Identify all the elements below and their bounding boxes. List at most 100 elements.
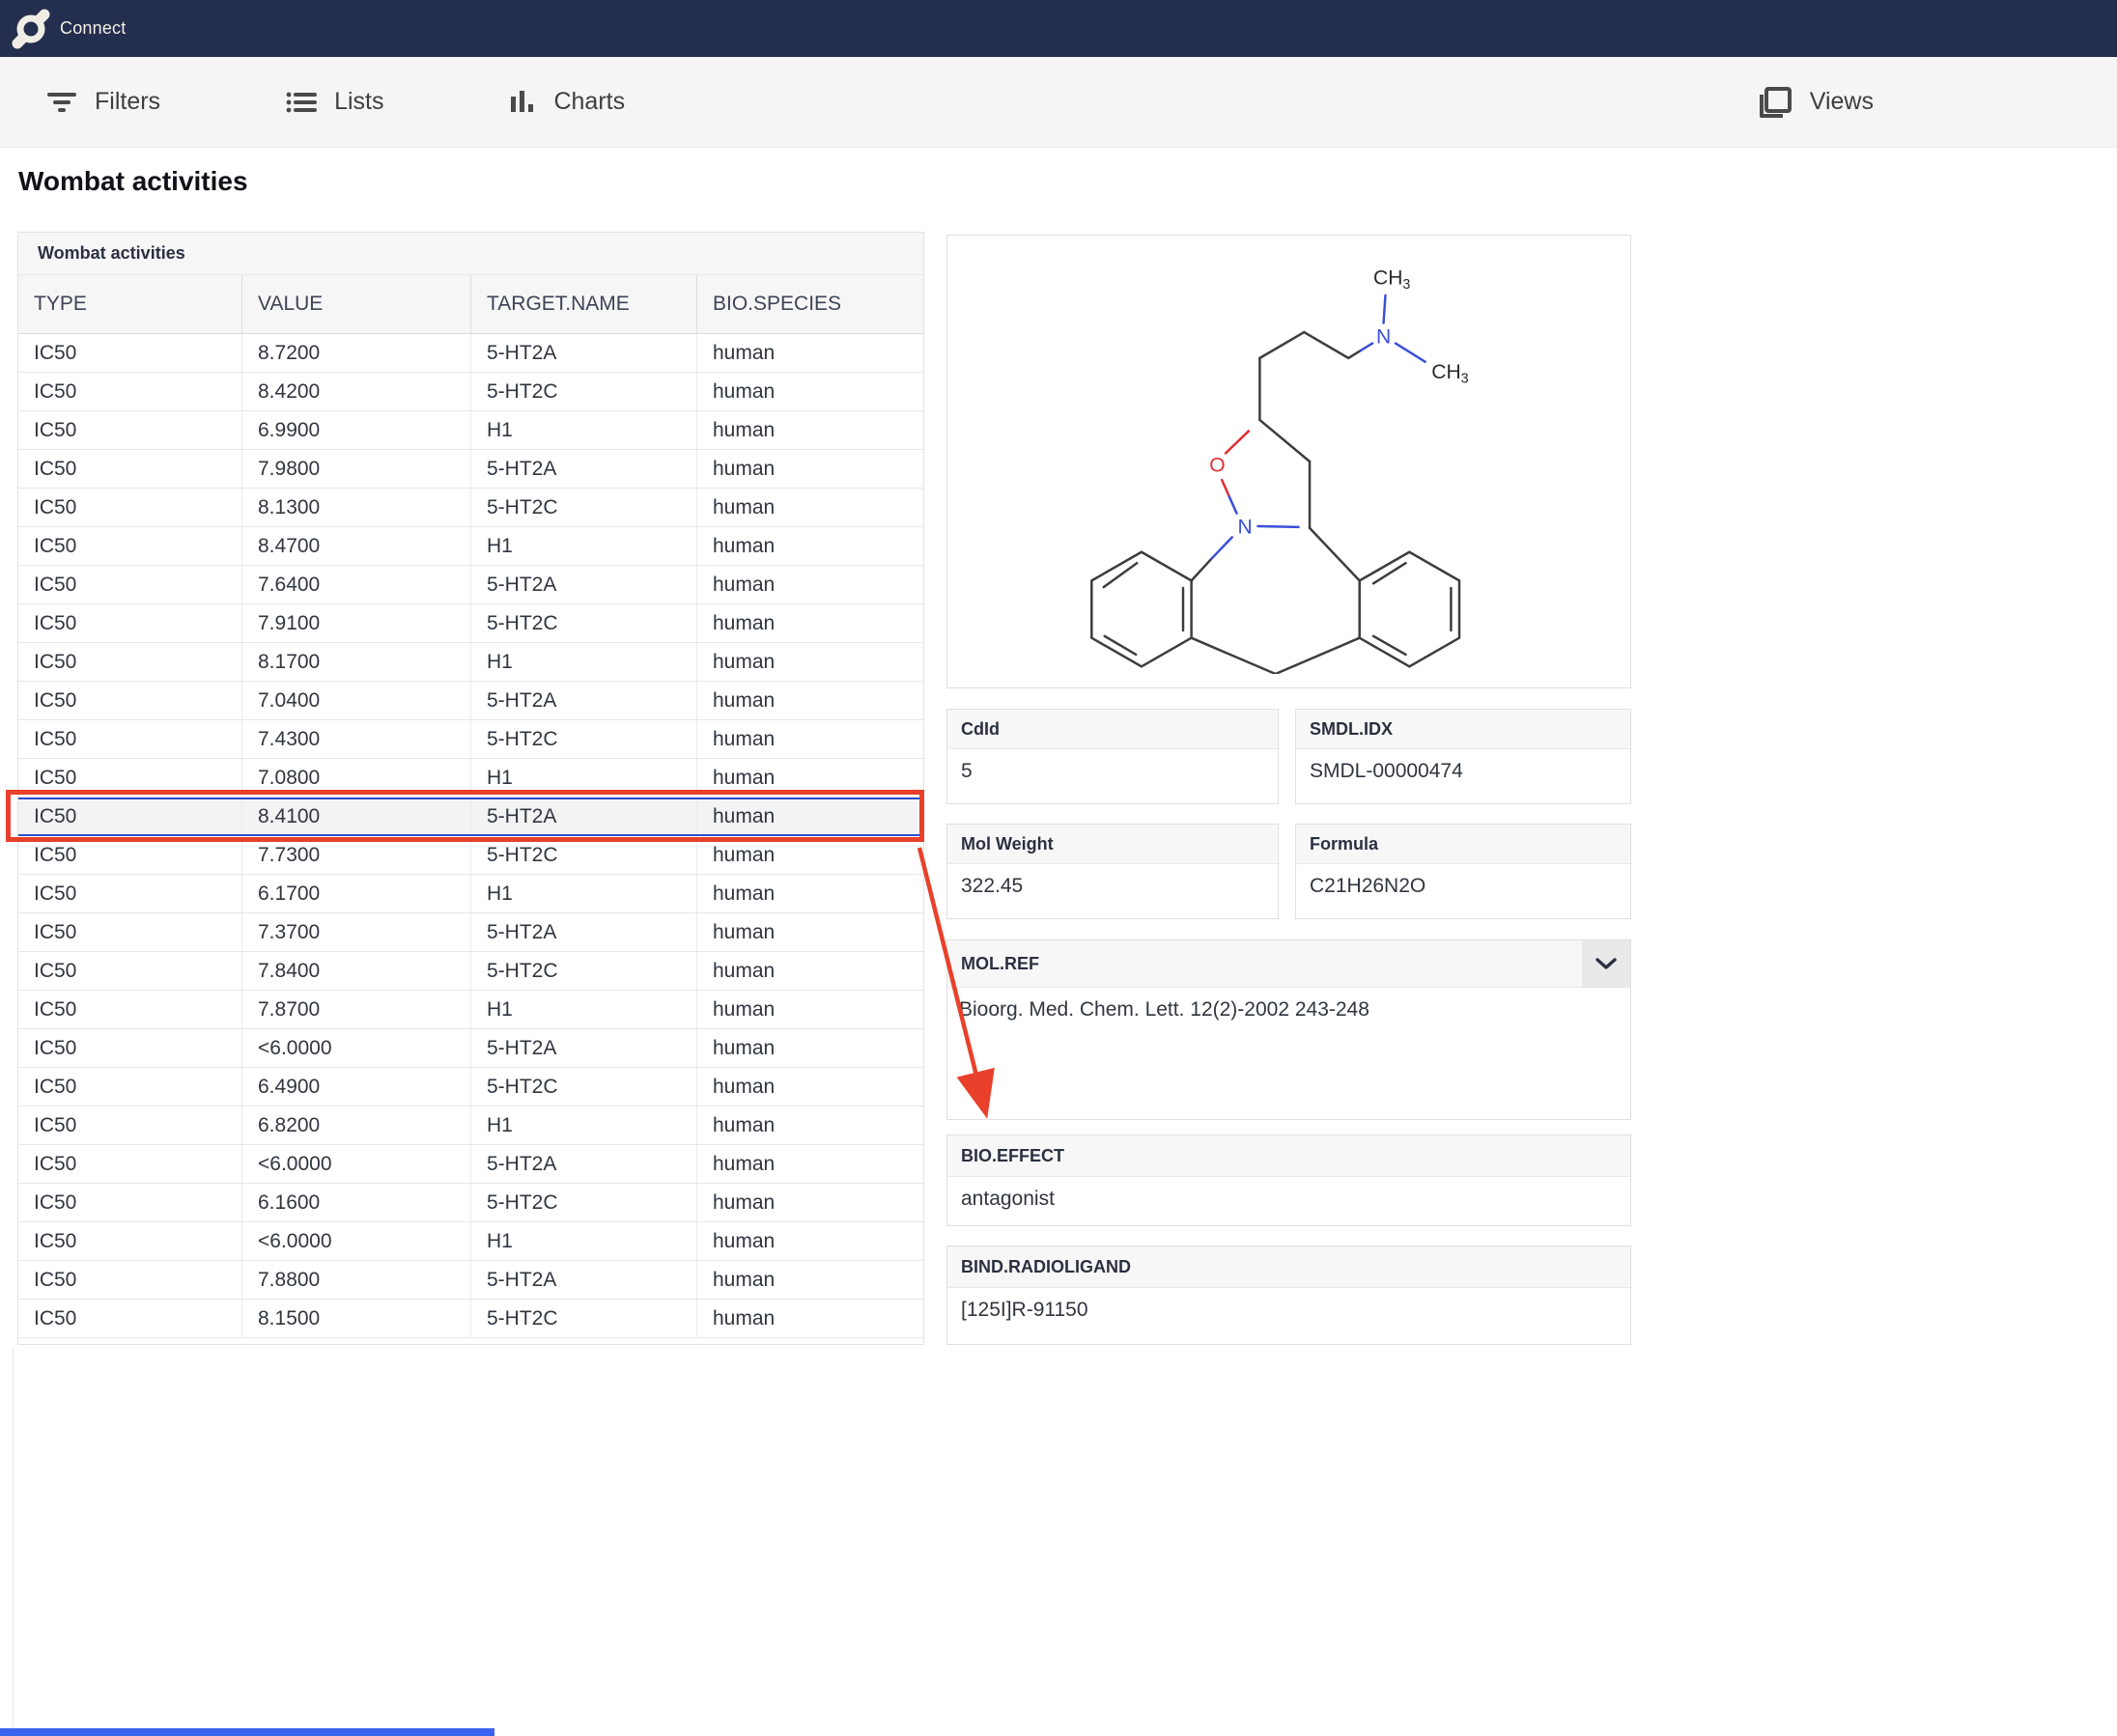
mol-ref-value: Bioorg. Med. Chem. Lett. 12(2)-2002 243-… xyxy=(959,998,1369,1021)
horizontal-scrollbar-thumb[interactable] xyxy=(0,1728,494,1736)
table-row[interactable]: IC50 8.7200 5-HT2A human xyxy=(18,334,923,373)
table-cell: IC50 xyxy=(18,682,242,719)
table-row-selected[interactable]: IC50 8.4100 5-HT2A human xyxy=(18,798,923,836)
table-cell: 8.1500 xyxy=(242,1300,471,1337)
top-navbar: Connect xyxy=(0,0,2117,57)
table-cell: human xyxy=(713,805,776,827)
molecule-structure: O N N CH3 CH3 xyxy=(946,235,1631,688)
horizontal-scrollbar[interactable] xyxy=(0,1728,2117,1736)
table-cell: H1 xyxy=(471,1222,697,1260)
table-cell: IC50 xyxy=(18,1106,242,1144)
filters-button[interactable]: Filters xyxy=(44,88,160,117)
table-row[interactable]: IC50 6.8200 H1 human xyxy=(18,1106,923,1145)
column-header-value[interactable]: VALUE xyxy=(242,275,471,333)
column-header-target-name[interactable]: TARGET.NAME xyxy=(471,275,697,333)
table-cell: 5-HT2A xyxy=(471,566,697,603)
table-cell: human xyxy=(713,611,776,634)
lists-button[interactable]: Lists xyxy=(284,88,383,117)
table-cell: IC50 xyxy=(18,489,242,526)
table-row[interactable]: IC50 7.4300 5-HT2C human xyxy=(18,720,923,759)
table-cell: IC50 xyxy=(18,373,242,410)
table-cell: 7.3700 xyxy=(242,913,471,951)
table-cell: 5-HT2A xyxy=(471,682,697,719)
table-cell: human xyxy=(713,766,776,789)
table-cell: 7.8400 xyxy=(242,952,471,990)
bio-effect-label: BIO.EFFECT xyxy=(947,1135,1630,1177)
chevron-down-icon xyxy=(1595,958,1617,969)
table-cell: IC50 xyxy=(18,991,242,1028)
smdl-idx-card: SMDL.IDX SMDL-00000474 xyxy=(1295,709,1631,804)
filters-label: Filters xyxy=(95,88,161,115)
table-cell: 7.8800 xyxy=(242,1261,471,1299)
table-row[interactable]: IC50 6.1700 H1 human xyxy=(18,875,923,913)
table-row[interactable]: IC50 7.3700 5-HT2A human xyxy=(18,913,923,952)
amine-nitrogen-atom-label: N xyxy=(1375,326,1390,349)
table-cell: human xyxy=(713,1075,776,1098)
table-row[interactable]: IC50 7.8800 5-HT2A human xyxy=(18,1261,923,1300)
table-cell: 6.9900 xyxy=(242,411,471,449)
table-row[interactable]: IC50 8.4700 H1 human xyxy=(18,527,923,566)
table-cell: human xyxy=(713,1152,776,1175)
table-row[interactable]: IC50 6.1600 5-HT2C human xyxy=(18,1184,923,1222)
table-body: IC50 8.7200 5-HT2A human IC50 8.4200 5-HT2C hum… xyxy=(18,334,923,1338)
table-cell: 8.1700 xyxy=(242,643,471,681)
connect-logo-icon xyxy=(12,9,50,49)
cdid-value: 5 xyxy=(961,760,973,782)
table-row[interactable]: IC50 6.9900 H1 human xyxy=(18,411,923,450)
table-cell: 5-HT2C xyxy=(471,604,697,642)
table-cell: human xyxy=(713,1268,776,1291)
table-row[interactable]: IC50 7.0400 5-HT2A human xyxy=(18,682,923,720)
table-cell: IC50 xyxy=(18,527,242,565)
table-row[interactable]: IC50 7.8400 5-HT2C human xyxy=(18,952,923,991)
table-cell: <6.0000 xyxy=(242,1029,471,1067)
table-cell: human xyxy=(713,534,776,557)
table-row[interactable]: IC50 8.1700 H1 human xyxy=(18,643,923,682)
table-row[interactable]: IC50 <6.0000 H1 human xyxy=(18,1222,923,1261)
table-cell: 5-HT2C xyxy=(471,489,697,526)
panel-divider-line xyxy=(13,1347,14,1736)
table-cell: human xyxy=(713,495,776,518)
table-cell: human xyxy=(713,379,776,403)
table-cell: human xyxy=(713,920,776,943)
smdl-idx-label: SMDL.IDX xyxy=(1296,710,1630,749)
table-cell: human xyxy=(713,997,776,1021)
column-header-bio-species[interactable]: BIO.SPECIES xyxy=(697,275,923,333)
table-cell: IC50 xyxy=(18,913,242,951)
table-row[interactable]: IC50 7.9100 5-HT2C human xyxy=(18,604,923,643)
table-row[interactable]: IC50 <6.0000 5-HT2A human xyxy=(18,1029,923,1068)
collapse-button[interactable] xyxy=(1582,940,1630,987)
table-cell: 7.9800 xyxy=(242,450,471,488)
table-cell: IC50 xyxy=(18,836,242,874)
table-cell: 7.9100 xyxy=(242,604,471,642)
table-row[interactable]: IC50 6.4900 5-HT2C human xyxy=(18,1068,923,1106)
activities-table-panel: Wombat activities TYPE VALUE TARGET.NAME… xyxy=(17,232,924,1345)
table-cell: human xyxy=(713,1306,776,1330)
column-header-type[interactable]: TYPE xyxy=(18,275,242,333)
table-cell: 5-HT2A xyxy=(471,1029,697,1067)
bio-effect-value: antagonist xyxy=(961,1188,1055,1210)
table-cell: IC50 xyxy=(18,643,242,681)
table-row[interactable]: IC50 8.1500 5-HT2C human xyxy=(18,1300,923,1338)
table-row[interactable]: IC50 7.8700 H1 human xyxy=(18,991,923,1029)
formula-card: Formula C21H26N2O xyxy=(1295,824,1631,919)
table-row[interactable]: IC50 8.1300 5-HT2C human xyxy=(18,489,923,527)
table-row[interactable]: IC50 <6.0000 5-HT2A human xyxy=(18,1145,923,1184)
table-row[interactable]: IC50 8.4200 5-HT2C human xyxy=(18,373,923,411)
table-cell: 7.4300 xyxy=(242,720,471,758)
table-cell: human xyxy=(713,688,776,712)
table-row[interactable]: IC50 7.6400 5-HT2A human xyxy=(18,566,923,604)
bar-chart-icon xyxy=(511,90,534,112)
mol-weight-card: Mol Weight 322.45 xyxy=(946,824,1279,919)
table-cell: IC50 xyxy=(18,1068,242,1106)
cdid-label: CdId xyxy=(947,710,1278,749)
views-icon xyxy=(1759,86,1792,118)
table-cell: H1 xyxy=(471,1106,697,1144)
lists-label: Lists xyxy=(334,88,384,115)
table-row[interactable]: IC50 7.9800 5-HT2A human xyxy=(18,450,923,489)
charts-button[interactable]: Charts xyxy=(507,87,625,118)
views-button[interactable]: Views xyxy=(1754,83,1874,122)
table-cell: human xyxy=(713,882,776,905)
table-row[interactable]: IC50 7.7300 5-HT2C human xyxy=(18,836,923,875)
table-cell: IC50 xyxy=(18,450,242,488)
table-row[interactable]: IC50 7.0800 H1 human xyxy=(18,759,923,798)
